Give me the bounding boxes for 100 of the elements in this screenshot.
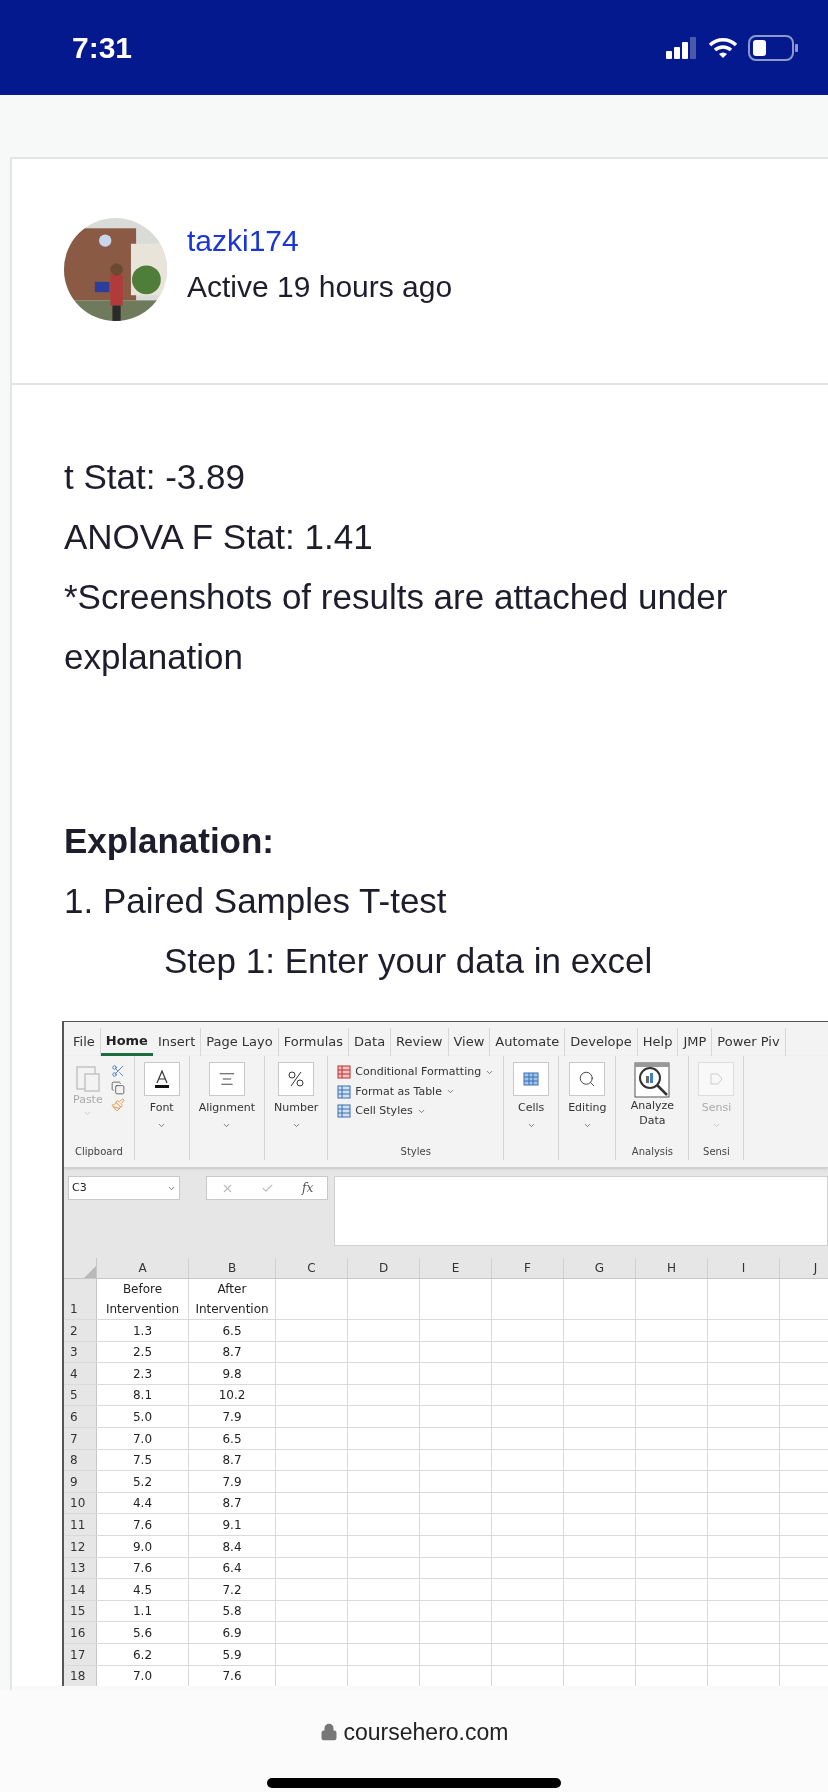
- table-cell-text: 4.5: [132, 1581, 153, 1599]
- section-heading: Explanation:: [64, 820, 276, 862]
- paragraph-text: *Screenshots of results are attached under explanation: [64, 576, 729, 678]
- row-header[interactable]: 17: [64, 1643, 97, 1665]
- table-cell-text: 8.4: [222, 1538, 242, 1556]
- table-cell-text: 5.2: [132, 1473, 153, 1491]
- table-cell-text: 7.9: [222, 1408, 242, 1426]
- table-cell-text: 8.1: [132, 1387, 153, 1405]
- formula-bar[interactable]: [334, 1176, 828, 1246]
- row-header[interactable]: 16: [64, 1622, 97, 1643]
- alignment-icon: [208, 1062, 245, 1096]
- group-label: Styles: [400, 1147, 431, 1157]
- table-cell-text: 5.9: [222, 1646, 242, 1664]
- paragraph-text: 1. Paired Samples T-test: [64, 880, 448, 922]
- paragraph-text: ANOVA F Stat: 1.41: [64, 516, 374, 558]
- number-button[interactable]: Number: [274, 1062, 319, 1130]
- font-color-icon: [143, 1062, 180, 1096]
- table-cell-text: 7.6: [132, 1560, 153, 1578]
- cells-button[interactable]: Cells: [513, 1062, 550, 1130]
- table-cell-text: 7.6: [132, 1516, 153, 1534]
- row-header[interactable]: 1: [64, 1279, 97, 1319]
- column-header[interactable]: E: [420, 1258, 492, 1278]
- row-header[interactable]: 3: [64, 1341, 97, 1363]
- row-header[interactable]: 5: [64, 1384, 97, 1406]
- column-header[interactable]: H: [636, 1258, 708, 1278]
- table-cell-text: 8.7: [222, 1344, 242, 1362]
- analyze-data-button[interactable]: Analyze Data: [625, 1062, 680, 1128]
- table-cell-text: 6.9: [222, 1624, 242, 1642]
- table-cell-text: 2.5: [132, 1344, 153, 1362]
- table-cell-text: 7.5: [132, 1452, 153, 1470]
- table-icon: [513, 1062, 550, 1096]
- search-icon: [569, 1062, 606, 1096]
- table-cell-text: 8.7: [222, 1452, 242, 1470]
- row-header[interactable]: 2: [64, 1320, 97, 1341]
- table-cell-text: 1.1: [132, 1603, 153, 1621]
- activity-text: Active 19 hours ago: [187, 269, 453, 305]
- table-cell-text: 10.2: [218, 1387, 246, 1405]
- table-style-icon: [337, 1065, 352, 1080]
- cut-icon[interactable]: [110, 1064, 125, 1078]
- alignment-button[interactable]: Alignment: [198, 1062, 256, 1130]
- table-cell-text: Before Intervention: [104, 1281, 181, 1318]
- row-header[interactable]: 10: [64, 1492, 97, 1514]
- table-cell-text: 1.3: [132, 1322, 153, 1340]
- paragraph-text: Step 1: Enter your data in excel: [163, 940, 654, 982]
- insert-function-button[interactable]: fx: [302, 1179, 314, 1197]
- group-label: Clipboard: [74, 1147, 123, 1157]
- tag-icon: [698, 1062, 735, 1096]
- username-link[interactable]: tazki174: [187, 222, 453, 260]
- table-cell-text: 9.8: [222, 1365, 242, 1383]
- editing-button[interactable]: Editing: [568, 1062, 607, 1130]
- table-cell-text: 6.5: [222, 1430, 242, 1448]
- column-header[interactable]: C: [276, 1258, 348, 1278]
- styles-menu-item[interactable]: Conditional Formatting: [337, 1064, 495, 1081]
- table-cell-text: 6.5: [222, 1322, 242, 1340]
- table-cell-text: 7.2: [222, 1581, 242, 1599]
- row-header[interactable]: 14: [64, 1579, 97, 1600]
- table-style-icon: [337, 1084, 352, 1099]
- battery-icon: [748, 34, 798, 61]
- table-cell-text: 7.0: [132, 1668, 153, 1686]
- row-header[interactable]: 11: [64, 1514, 97, 1535]
- table-cell-text: 5.6: [132, 1624, 153, 1642]
- table-cell-text: 5.0: [132, 1408, 153, 1426]
- column-header[interactable]: J: [780, 1258, 828, 1278]
- table-cell-text: After Intervention: [194, 1281, 270, 1318]
- name-box[interactable]: C3: [68, 1176, 180, 1200]
- font-button[interactable]: Font: [143, 1062, 180, 1130]
- cell-reference: C3: [72, 1179, 87, 1196]
- wifi-icon: [708, 36, 738, 59]
- table-cell-text: 9.1: [222, 1516, 242, 1534]
- chart-magnifier-icon: [634, 1062, 671, 1098]
- format-painter-icon[interactable]: [110, 1098, 125, 1112]
- column-header[interactable]: D: [348, 1258, 420, 1278]
- row-header[interactable]: 12: [64, 1535, 97, 1557]
- row-header[interactable]: 8: [64, 1449, 97, 1471]
- row-header[interactable]: 18: [64, 1665, 97, 1686]
- table-cell-text: 4.4: [132, 1495, 153, 1513]
- table-cell-text: 5.8: [222, 1603, 242, 1621]
- row-header[interactable]: 9: [64, 1471, 97, 1492]
- column-header[interactable]: B: [189, 1258, 276, 1278]
- url-text[interactable]: coursehero.com: [343, 1715, 509, 1750]
- column-header[interactable]: A: [97, 1258, 189, 1278]
- lock-icon: [319, 1723, 338, 1742]
- row-header[interactable]: 7: [64, 1427, 97, 1449]
- row-header[interactable]: 15: [64, 1600, 97, 1622]
- row-header[interactable]: 6: [64, 1406, 97, 1427]
- column-header[interactable]: F: [492, 1258, 564, 1278]
- styles-menu-item[interactable]: Format as Table: [337, 1083, 495, 1100]
- table-cell-text: 2.3: [132, 1365, 153, 1383]
- group-label: Sensi: [703, 1147, 730, 1157]
- column-header[interactable]: G: [564, 1258, 636, 1278]
- table-cell-text: 6.2: [132, 1646, 153, 1664]
- time-text: 7:31: [72, 30, 133, 66]
- styles-menu-item[interactable]: Cell Styles: [337, 1103, 495, 1120]
- table-cell-text: 9.0: [132, 1538, 153, 1556]
- triangle-icon: [84, 1266, 96, 1278]
- row-header[interactable]: 13: [64, 1557, 97, 1579]
- column-header[interactable]: I: [708, 1258, 780, 1278]
- table-cell-text: 6.4: [222, 1560, 242, 1578]
- row-header[interactable]: 4: [64, 1363, 97, 1384]
- copy-icon[interactable]: [110, 1081, 125, 1095]
